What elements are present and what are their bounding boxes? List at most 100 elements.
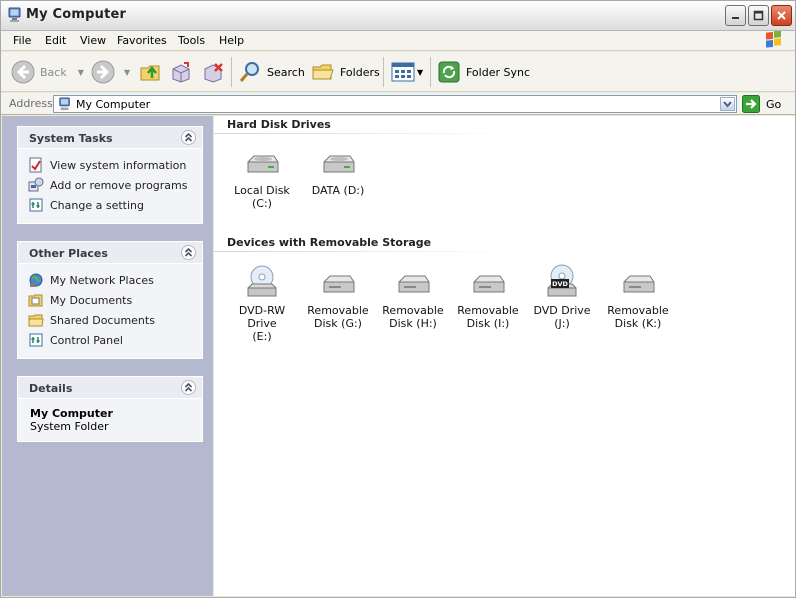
menu-edit[interactable]: Edit [45,34,66,47]
place-my-network-places[interactable]: My Network Places [18,270,202,290]
place-label: My Documents [50,293,133,307]
chevron-up-double-icon [184,382,193,392]
maximize-icon [753,10,764,21]
drive-label: Removable [382,304,444,317]
my-computer-icon [59,97,70,111]
task-pane: System Tasks View system information Add… [2,116,213,596]
go-button[interactable]: Go [742,95,781,113]
forward-button[interactable]: ▼ [91,58,130,86]
close-icon [777,11,786,20]
collapse-button[interactable] [181,130,196,145]
task-add-remove-programs[interactable]: Add or remove programs [18,175,202,195]
hard-disk-icon [247,155,279,173]
window-title: My Computer [26,7,127,22]
place-control-panel[interactable]: Control Panel [18,330,202,350]
collapse-button[interactable] [181,245,196,260]
chevron-down-icon [723,101,732,108]
forward-dropdown-icon[interactable]: ▼ [124,68,130,77]
system-info-icon [29,157,42,173]
drive-label-letter: Disk (G:) [314,317,362,330]
move-to-button[interactable] [169,58,193,86]
task-view-system-information[interactable]: View system information [18,155,202,175]
explorer-window: My Computer File Edit View Favorites Too… [0,0,796,598]
drives-view: Hard Disk Drives Local Disk (C:) DATA (D… [214,116,795,596]
folder-up-icon [140,65,160,81]
address-value: My Computer [76,98,151,111]
drive-local-disk-c[interactable]: Local Disk (C:) [226,152,298,210]
drive-label: Removable [307,304,369,317]
search-button[interactable]: Search [238,58,305,86]
removable-disk-icon [473,275,505,293]
views-dropdown-icon[interactable]: ▼ [417,68,423,77]
folder-sync-label: Folder Sync [466,65,531,79]
menu-view[interactable]: View [80,34,106,47]
removable-disk-icon [323,275,355,293]
menu-file[interactable]: File [13,34,31,47]
system-tasks-header[interactable]: System Tasks [18,127,202,149]
folders-icon [312,64,334,80]
place-label: Control Panel [50,333,123,347]
drive-label: DVD-RW Drive [238,304,286,330]
views-icon [391,62,415,82]
chevron-up-double-icon [184,247,193,257]
back-button[interactable]: Back ▼ [11,58,84,86]
back-dropdown-icon[interactable]: ▼ [78,68,84,77]
other-places-header[interactable]: Other Places [18,242,202,264]
details-panel: Details My Computer System Folder [17,376,203,442]
task-label: Change a setting [50,198,144,212]
details-name: My Computer [30,407,113,420]
collapse-button[interactable] [181,380,196,395]
toolbar-separator [430,57,431,87]
place-shared-documents[interactable]: Shared Documents [18,310,202,330]
task-change-a-setting[interactable]: Change a setting [18,195,202,215]
drive-removable-i[interactable]: Removable Disk (I:) [452,272,524,330]
drive-removable-g[interactable]: Removable Disk (G:) [302,272,374,330]
other-places-body: My Network Places My Documents Shared Do… [18,264,202,358]
drive-removable-k[interactable]: Removable Disk (K:) [602,272,674,330]
go-arrow-icon [742,95,760,113]
details-header[interactable]: Details [18,377,202,399]
system-tasks-body: View system information Add or remove pr… [18,149,202,223]
drive-removable-h[interactable]: Removable Disk (H:) [377,272,449,330]
removable-disk-icon [623,275,655,293]
folder-sync-icon [438,61,460,83]
drive-data-d[interactable]: DATA (D:) [302,152,374,197]
forward-arrow-icon [91,60,115,84]
address-input[interactable]: My Computer [53,95,737,113]
drive-label: Removable [607,304,669,317]
title-bar[interactable]: My Computer [1,1,795,31]
menu-favorites[interactable]: Favorites [117,34,167,47]
close-button[interactable] [771,5,792,26]
drive-dvd-j[interactable]: DVD DVD Drive (J:) [526,264,598,330]
my-computer-icon [8,7,21,22]
up-folder-button[interactable] [139,58,163,86]
task-label: View system information [50,158,187,172]
network-places-icon [29,273,43,287]
delete-button[interactable] [201,58,225,86]
folder-sync-button[interactable]: Folder Sync [437,58,530,86]
toolbar-separator [231,57,232,87]
group-divider [214,133,514,134]
address-label: Address [9,97,53,110]
menu-tools[interactable]: Tools [178,34,205,47]
address-dropdown-button[interactable] [720,97,735,111]
menu-help[interactable]: Help [219,34,244,47]
dvd-badge-label: DVD [552,280,568,288]
dvd-rw-drive-icon [247,265,277,297]
dvd-drive-icon: DVD [547,264,577,297]
minimize-icon [732,17,739,19]
menu-bar: File Edit View Favorites Tools Help [1,31,795,51]
my-documents-icon [28,294,43,307]
maximize-button[interactable] [748,5,769,26]
drive-label-letter: (E:) [252,330,272,343]
folders-button[interactable]: Folders [311,58,380,86]
minimize-button[interactable] [725,5,746,26]
add-remove-programs-icon [28,177,44,192]
address-bar: Address My Computer Go [1,93,795,115]
group-title-removable-storage: Devices with Removable Storage [227,236,432,249]
drive-label-letter: Disk (H:) [389,317,437,330]
back-arrow-icon [11,60,35,84]
drive-dvd-rw-e[interactable]: DVD-RW Drive (E:) [226,264,298,343]
place-my-documents[interactable]: My Documents [18,290,202,310]
views-button[interactable]: ▼ [391,58,423,86]
